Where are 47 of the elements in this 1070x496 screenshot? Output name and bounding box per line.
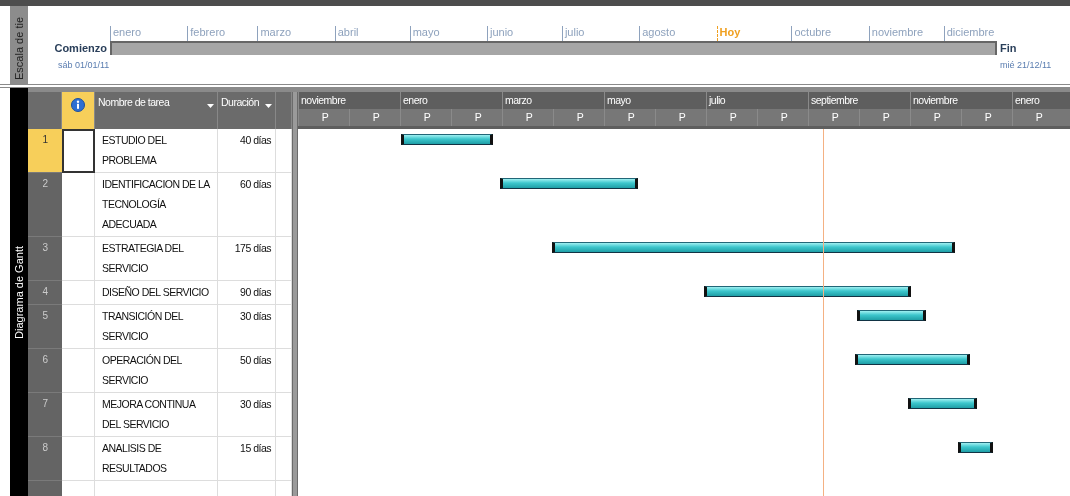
task-name-cell: ESTRATEGIA DEL SERVICIO (95, 237, 218, 281)
task-name-cell: IDENTIFICACION DE LA TECNOLOGÍA ADECUADA (95, 173, 218, 237)
side-panel-label: Diagrama de Gantt (10, 88, 28, 496)
timescale-unit: P (757, 109, 808, 126)
duration-cell: 175 días (218, 237, 276, 281)
timescale-unit: P (808, 109, 859, 126)
row-number[interactable]: 8 (28, 437, 62, 481)
timescale-unit: P (1012, 109, 1063, 126)
task-name-cell: DISEÑO DEL SERVICIO (95, 281, 218, 305)
duration-cell: 40 días (218, 129, 276, 173)
duration-cell: 30 días (218, 305, 276, 349)
row-number[interactable]: 4 (28, 281, 62, 305)
row-number[interactable]: 7 (28, 393, 62, 437)
timescale-unit: P (961, 109, 1012, 126)
column-header[interactable]: Duración (218, 92, 276, 129)
timescale-unit: P (655, 109, 706, 126)
timescale-unit: P (451, 109, 502, 126)
timescale-unit: P (502, 109, 553, 126)
duration-cell: 50 días (218, 349, 276, 393)
end-date: mié 21/12/11 (999, 60, 1053, 70)
end-label: Fin (999, 42, 1018, 54)
duration-cell: 15 días (218, 437, 276, 481)
timescale-unit: P (706, 109, 757, 126)
start-label: Comienzo (53, 42, 108, 54)
timescale-unit: P (349, 109, 400, 126)
row-number[interactable]: 1 (28, 129, 62, 173)
task-name-cell: ESTUDIO DEL PROBLEMA (95, 129, 218, 173)
duration-cell: 60 días (218, 173, 276, 237)
timescale-unit: P (298, 109, 349, 126)
duration-cell: 90 días (218, 281, 276, 305)
row-number[interactable]: 3 (28, 237, 62, 281)
column-header[interactable]: Nombre de tarea (95, 92, 218, 129)
timescale-unit: P (910, 109, 961, 126)
task-name-cell: ANALISIS DE RESULTADOS (95, 437, 218, 481)
row-number[interactable]: 6 (28, 349, 62, 393)
timescale-unit: P (604, 109, 655, 126)
task-name-cell: TRANSICIÓN DEL SERVICIO (95, 305, 218, 349)
timescale-unit: P (400, 109, 451, 126)
row-number[interactable]: 2 (28, 173, 62, 237)
start-date: sáb 01/01/11 (57, 60, 110, 70)
task-name-cell: MEJORA CONTINUA DEL SERVICIO (95, 393, 218, 437)
task-name-cell: OPERACIÓN DEL SERVICIO (95, 349, 218, 393)
duration-cell: 30 días (218, 393, 276, 437)
side-panel-label: Escala de tie (10, 6, 28, 84)
row-number[interactable]: 5 (28, 305, 62, 349)
timescale-unit: P (859, 109, 910, 126)
timescale-unit: P (553, 109, 604, 126)
